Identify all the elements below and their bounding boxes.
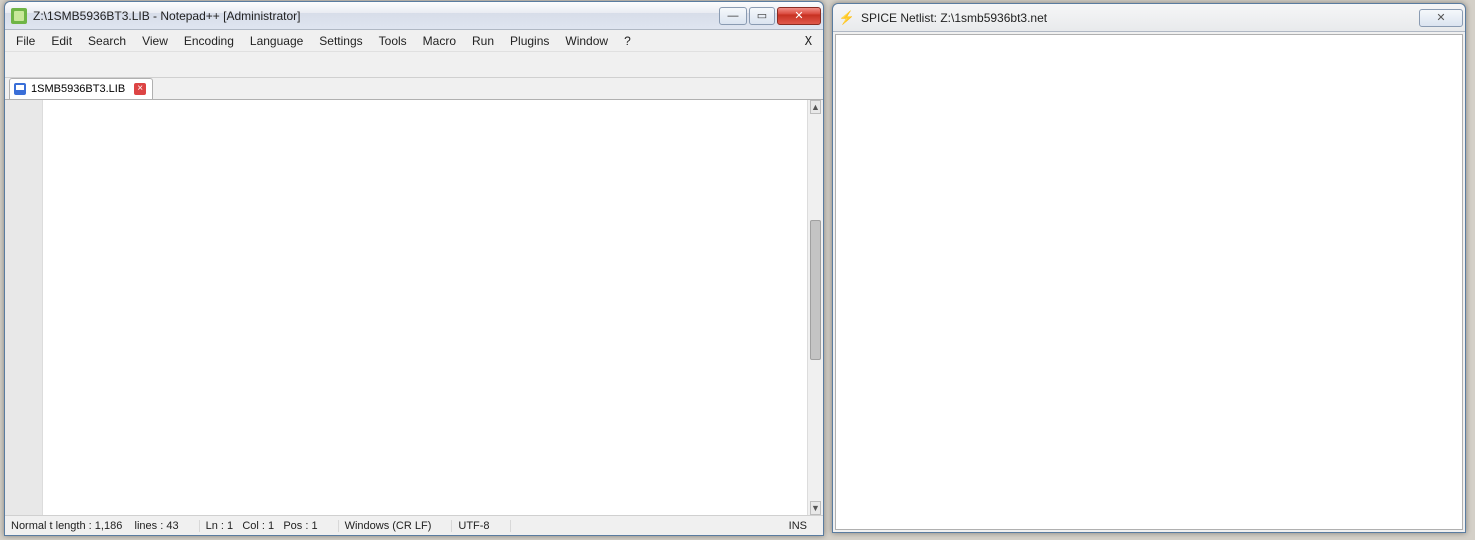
spice-title-text: SPICE Netlist: Z:\1smb5936bt3.net — [861, 11, 1417, 25]
spice-close-button[interactable]: ✕ — [1419, 9, 1463, 27]
disk-icon — [14, 83, 26, 95]
tab-active[interactable]: 1SMB5936BT3.LIB × — [9, 78, 153, 99]
menu-edit[interactable]: Edit — [44, 32, 79, 50]
ltspice-icon: ⚡ — [839, 10, 855, 26]
status-encoding: UTF-8 — [458, 520, 510, 532]
npp-menubar: FileEditSearchViewEncodingLanguageSettin… — [5, 30, 823, 52]
menu-[interactable]: ? — [617, 32, 638, 50]
scroll-thumb[interactable] — [810, 220, 821, 360]
spice-titlebar[interactable]: ⚡ SPICE Netlist: Z:\1smb5936bt3.net ✕ — [833, 4, 1465, 32]
status-eol: Windows (CR LF) — [345, 520, 453, 532]
close-doc-x[interactable]: X — [798, 32, 819, 50]
status-caret: Ln : 1 Col : 1 Pos : 1 — [206, 520, 339, 532]
notepadpp-icon — [11, 8, 27, 24]
scroll-down-arrow-icon[interactable]: ▼ — [810, 501, 821, 515]
spice-text-area[interactable] — [835, 34, 1463, 530]
npp-title-text: Z:\1SMB5936BT3.LIB - Notepad++ [Administ… — [33, 9, 717, 23]
npp-editor[interactable]: ▲ ▼ — [5, 100, 823, 515]
minimize-button[interactable]: — — [719, 7, 747, 25]
npp-titlebar[interactable]: Z:\1SMB5936BT3.LIB - Notepad++ [Administ… — [5, 2, 823, 30]
line-number-gutter — [5, 100, 43, 515]
close-button[interactable]: ✕ — [777, 7, 821, 25]
npp-statusbar: Normal t length : 1,186 lines : 43 Ln : … — [5, 515, 823, 535]
menu-language[interactable]: Language — [243, 32, 310, 50]
status-filetype: Normal t length : 1,186 lines : 43 — [11, 520, 200, 532]
scroll-up-arrow-icon[interactable]: ▲ — [810, 100, 821, 114]
menu-tools[interactable]: Tools — [372, 32, 414, 50]
menu-search[interactable]: Search — [81, 32, 133, 50]
menu-settings[interactable]: Settings — [312, 32, 369, 50]
npp-tabstrip: 1SMB5936BT3.LIB × — [5, 78, 823, 100]
menu-encoding[interactable]: Encoding — [177, 32, 241, 50]
status-insertmode: INS — [789, 520, 811, 532]
vertical-scrollbar[interactable]: ▲ ▼ — [807, 100, 823, 515]
spice-window: ⚡ SPICE Netlist: Z:\1smb5936bt3.net ✕ — [832, 3, 1466, 533]
npp-toolbar — [5, 52, 823, 78]
menu-plugins[interactable]: Plugins — [503, 32, 556, 50]
menu-view[interactable]: View — [135, 32, 175, 50]
notepadpp-window: Z:\1SMB5936BT3.LIB - Notepad++ [Administ… — [4, 1, 824, 536]
menu-window[interactable]: Window — [558, 32, 615, 50]
code-area[interactable] — [43, 100, 807, 515]
tab-close-icon[interactable]: × — [134, 83, 146, 95]
maximize-button[interactable]: ▭ — [749, 7, 775, 25]
menu-macro[interactable]: Macro — [416, 32, 463, 50]
tab-label: 1SMB5936BT3.LIB — [31, 83, 125, 95]
menu-run[interactable]: Run — [465, 32, 501, 50]
menu-file[interactable]: File — [9, 32, 42, 50]
